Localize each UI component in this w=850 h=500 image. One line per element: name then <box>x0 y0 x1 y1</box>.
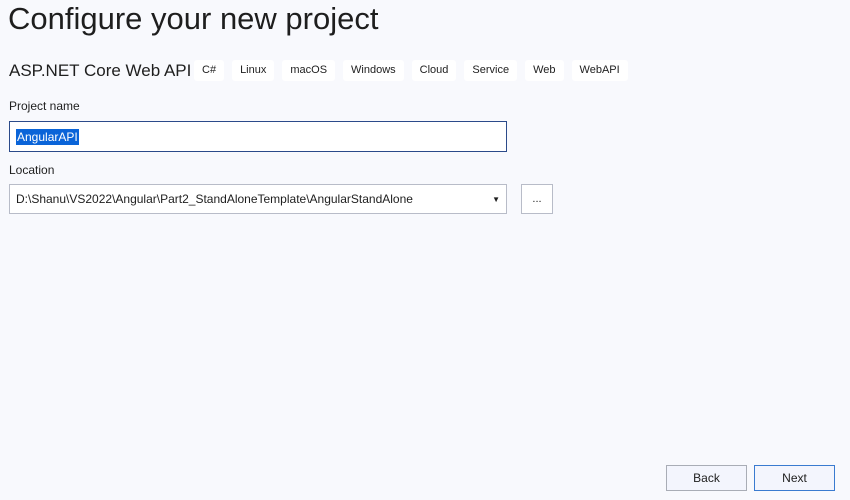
tag: macOS <box>282 60 336 81</box>
browse-button[interactable]: ... <box>521 184 553 214</box>
project-name-value: AngularAPI <box>16 128 79 145</box>
location-combobox[interactable]: D:\Shanu\VS2022\Angular\Part2_StandAlone… <box>9 184 507 214</box>
location-value: D:\Shanu\VS2022\Angular\Part2_StandAlone… <box>16 192 413 206</box>
template-name: ASP.NET Core Web API <box>9 61 192 80</box>
tag: WebAPI <box>571 60 628 81</box>
project-name-input[interactable]: AngularAPI <box>9 121 507 152</box>
location-label: Location <box>9 163 55 177</box>
back-button[interactable]: Back <box>666 465 747 491</box>
tag: Windows <box>343 60 404 81</box>
tag: Service <box>464 60 518 81</box>
project-name-label: Project name <box>9 99 80 113</box>
next-button[interactable]: Next <box>754 465 835 491</box>
tag: Cloud <box>411 60 457 81</box>
template-tags: C# Linux macOS Windows Cloud Service Web… <box>194 60 628 81</box>
caret-down-icon[interactable]: ▼ <box>492 195 500 204</box>
page-title: Configure your new project <box>8 1 379 36</box>
tag: Web <box>525 60 564 81</box>
tag: C# <box>194 60 225 81</box>
tag: Linux <box>232 60 275 81</box>
